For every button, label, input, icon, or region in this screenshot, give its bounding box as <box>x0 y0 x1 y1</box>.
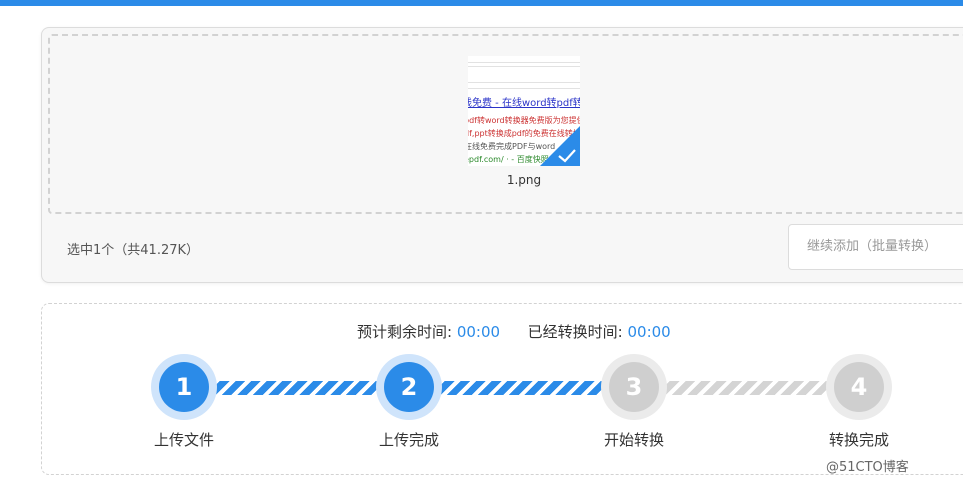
step-3-label: 开始转换 <box>603 431 664 449</box>
elapsed-time-label: 已经转换时间: <box>527 323 623 341</box>
file-thumbnail[interactable]: 线免费 - 在线word转pdf转换 pdf转word转换器免费版为您提供 df… <box>468 56 580 166</box>
step-4: 4 <box>826 354 892 420</box>
watermark: @51CTO博客 <box>826 460 909 475</box>
step-2-number: 2 <box>384 362 434 412</box>
remaining-time-label: 预计剩余时间: <box>357 323 453 341</box>
progress-track-1-2 <box>212 381 387 395</box>
step-2-label: 上传完成 <box>378 431 439 449</box>
thumb-line: pdf转word转换器免费版为您提供 <box>468 116 580 125</box>
progress-track-2-3 <box>437 381 612 395</box>
thumb-rule <box>468 82 580 83</box>
thumb-rule <box>468 66 580 67</box>
drop-zone[interactable]: 线免费 - 在线word转pdf转换 pdf转word转换器免费版为您提供 df… <box>48 34 963 214</box>
top-accent-bar <box>0 0 963 6</box>
checkmark-icon <box>558 149 576 163</box>
elapsed-time-value: 00:00 <box>627 323 671 341</box>
step-3-number: 3 <box>609 362 659 412</box>
step-2: 2 <box>376 354 442 420</box>
file-name: 1.png <box>506 173 542 187</box>
step-4-number: 4 <box>834 362 884 412</box>
thumb-rule <box>468 62 580 63</box>
step-1: 1 <box>151 354 217 420</box>
thumb-line: 线免费 - 在线word转pdf转换 <box>468 98 580 109</box>
remaining-time-value: 00:00 <box>456 323 501 341</box>
progress-panel: 预计剩余时间: 00:00 已经转换时间: 00:00 1 2 3 4 上传文件… <box>41 303 963 475</box>
time-row: 预计剩余时间: 00:00 已经转换时间: 00:00 <box>42 321 963 342</box>
step-1-number: 1 <box>159 362 209 412</box>
selection-summary: 选中1个（共41.27K） <box>67 243 200 258</box>
thumb-line: epdf.com/ · - 百度快照 <box>468 155 549 164</box>
thumb-rule <box>468 88 580 89</box>
continue-add-button[interactable]: 继续添加（批量转换） <box>788 224 963 270</box>
step-4-label: 转换完成 <box>828 431 889 449</box>
upload-panel: 线免费 - 在线word转pdf转换 pdf转word转换器免费版为您提供 df… <box>41 27 963 283</box>
step-1-label: 上传文件 <box>153 431 214 449</box>
progress-track-3-4 <box>662 381 837 395</box>
step-3: 3 <box>601 354 667 420</box>
